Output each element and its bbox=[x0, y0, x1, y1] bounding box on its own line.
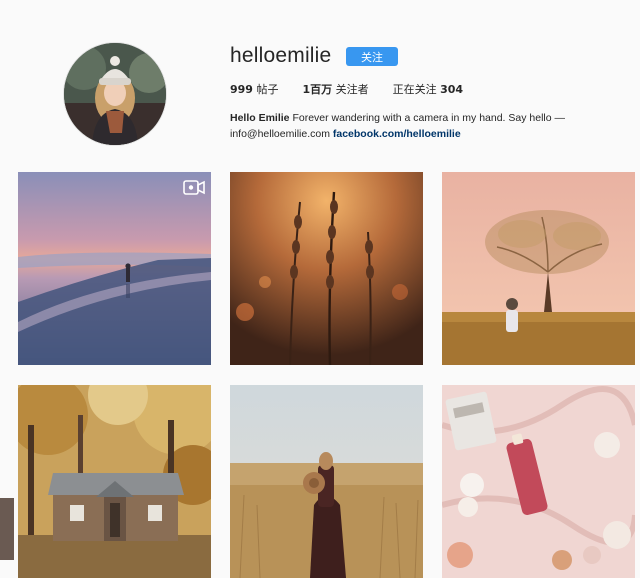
stat-posts[interactable]: 999 帖子 bbox=[230, 81, 278, 97]
stat-followers[interactable]: 1百万 关注者 bbox=[302, 81, 368, 97]
followers-count: 1百万 bbox=[302, 83, 333, 96]
following-count: 304 bbox=[440, 83, 464, 96]
post-photo-flowers bbox=[230, 172, 423, 365]
edge-fragment bbox=[0, 498, 14, 560]
post-photo-flatlay bbox=[442, 385, 635, 578]
profile-avatar[interactable] bbox=[63, 42, 167, 146]
bio-name: Hello Emilie bbox=[230, 112, 290, 124]
post-photo-tree bbox=[442, 172, 635, 365]
grid-post-2[interactable] bbox=[230, 172, 423, 365]
follow-button[interactable]: 关注 bbox=[346, 47, 398, 66]
bio-text: Forever wandering with a camera in my ha… bbox=[289, 112, 565, 124]
bio-email: info@helloemilie.com bbox=[230, 128, 333, 140]
following-label: 正在关注 bbox=[392, 83, 441, 96]
posts-count: 999 bbox=[230, 83, 253, 96]
video-icon bbox=[183, 180, 205, 195]
grid-post-5[interactable] bbox=[230, 385, 423, 578]
followers-label: 关注者 bbox=[332, 83, 369, 96]
profile-username: helloemilie bbox=[230, 44, 332, 67]
grid-post-6[interactable] bbox=[442, 385, 635, 578]
grid-post-4[interactable] bbox=[18, 385, 211, 578]
posts-label: 帖子 bbox=[252, 83, 279, 96]
avatar-photo bbox=[64, 43, 166, 145]
profile-stats: 999 帖子 1百万 关注者 正在关注 304 bbox=[230, 81, 487, 97]
post-photo-cabin bbox=[18, 385, 211, 578]
stat-following[interactable]: 正在关注 304 bbox=[393, 81, 463, 97]
grid-post-3[interactable] bbox=[442, 172, 635, 365]
post-photo-beach bbox=[18, 172, 211, 365]
post-photo-wheat-field bbox=[230, 385, 423, 578]
profile-bio: Hello Emilie Forever wandering with a ca… bbox=[230, 110, 575, 142]
bio-link[interactable]: facebook.com/helloemilie bbox=[333, 128, 461, 140]
grid-post-1[interactable] bbox=[18, 172, 211, 365]
